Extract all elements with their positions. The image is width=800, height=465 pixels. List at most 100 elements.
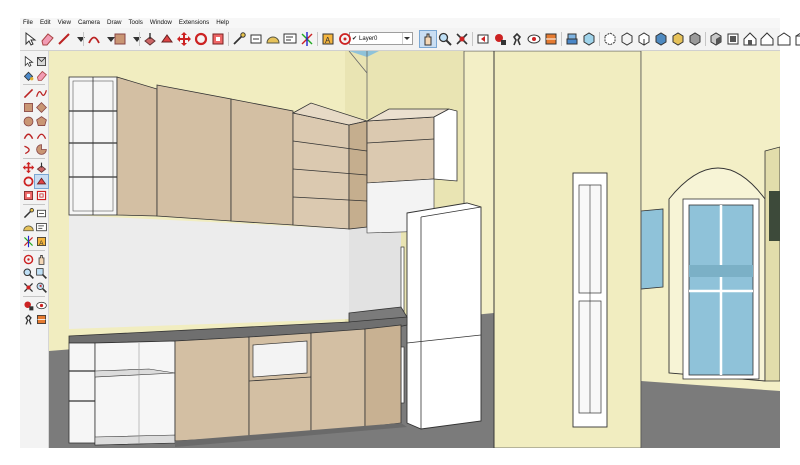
zoom-window-icon [36, 268, 47, 279]
arc-icon [88, 36, 100, 44]
shaded-button[interactable] [653, 31, 669, 47]
arc-tool[interactable] [22, 129, 35, 142]
menu-tools[interactable]: Tools [125, 18, 146, 28]
text-tool[interactable] [35, 221, 48, 234]
rotated-rectangle-tool[interactable] [35, 101, 48, 114]
rectangle-tool[interactable] [22, 101, 35, 114]
freehand-tool[interactable] [35, 87, 48, 100]
previous-view-button[interactable] [475, 31, 491, 47]
hidden-line-button[interactable] [636, 31, 652, 47]
dimension-tool[interactable] [35, 207, 48, 220]
select-button[interactable] [22, 31, 38, 47]
svg-text:A: A [39, 240, 44, 247]
section-plane-button[interactable] [543, 31, 559, 47]
look-around-button[interactable] [526, 31, 542, 47]
rotate-button[interactable] [193, 31, 209, 47]
monochrome-icon [689, 32, 701, 46]
look-around-tool[interactable] [35, 299, 48, 312]
orbit-button[interactable] [337, 31, 353, 47]
zoom-window-tool[interactable] [35, 267, 48, 280]
xray-icon [583, 32, 595, 46]
menu-file[interactable]: File [20, 18, 37, 28]
pie-tool[interactable] [35, 143, 48, 156]
dimension-button[interactable] [248, 31, 264, 47]
menu-extensions[interactable]: Extensions [176, 18, 213, 28]
toolbar-separator [83, 32, 84, 46]
lower-cabinet-door [174, 336, 250, 442]
left-view-button[interactable] [793, 31, 800, 47]
menu-draw[interactable]: Draw [104, 18, 125, 28]
walk-button[interactable] [509, 31, 525, 47]
move-tool[interactable] [22, 161, 35, 174]
section-plane-tool[interactable] [35, 313, 48, 326]
axes-tool[interactable] [22, 235, 35, 248]
position-camera-button[interactable] [492, 31, 508, 47]
fridge-handle [400, 346, 405, 404]
pan-button[interactable] [419, 30, 437, 48]
tape-measure-button[interactable] [231, 31, 247, 47]
dimension-icon [250, 34, 262, 44]
zoom-extents-tool[interactable] [22, 281, 35, 294]
menu-camera[interactable]: Camera [75, 18, 104, 28]
position-camera-tool[interactable] [22, 299, 35, 312]
zoom-extents-button[interactable] [454, 31, 470, 47]
polygon-tool[interactable] [35, 115, 48, 128]
paint-bucket-tool[interactable] [22, 69, 35, 82]
rotate-tool[interactable] [22, 175, 35, 188]
menu-window[interactable]: Window [147, 18, 176, 28]
previous-tool[interactable] [35, 281, 48, 294]
shaded-textures-button[interactable] [670, 31, 686, 47]
layer-dropdown[interactable]: ✔ Layer0 [349, 32, 413, 45]
zoom-tool[interactable] [22, 267, 35, 280]
zoom-button[interactable] [437, 31, 453, 47]
pan-tool[interactable] [35, 253, 48, 266]
scale-tool[interactable] [22, 189, 35, 202]
wireframe-button[interactable] [619, 31, 635, 47]
line-tool[interactable] [22, 87, 35, 100]
protractor-tool[interactable] [22, 221, 35, 234]
protractor-button[interactable] [265, 31, 281, 47]
axes-button[interactable] [299, 31, 315, 47]
front-view-button[interactable] [742, 31, 758, 47]
monochrome-button[interactable] [687, 31, 703, 47]
eraser-tool[interactable] [35, 69, 48, 82]
push-pull-tool[interactable] [35, 161, 48, 174]
follow-me-tool[interactable] [34, 174, 49, 189]
menu-view[interactable]: View [55, 18, 75, 28]
back-view-button[interactable] [776, 31, 792, 47]
xray-button[interactable] [581, 31, 597, 47]
3d-text-button[interactable]: A [320, 31, 336, 47]
3d-viewport[interactable] [49, 51, 780, 448]
select-tool[interactable] [22, 55, 35, 68]
iso-view-button[interactable] [708, 31, 724, 47]
toolbar-separator [599, 32, 600, 46]
eraser-button[interactable] [39, 31, 55, 47]
two-point-arc-tool[interactable] [35, 129, 48, 142]
circle-tool[interactable] [22, 115, 35, 128]
3d-text-tool[interactable]: A [35, 235, 48, 248]
menu-help[interactable]: Help [213, 18, 233, 28]
arc-button[interactable] [86, 31, 102, 47]
back-edges-button[interactable] [602, 31, 618, 47]
follow-me-button[interactable] [159, 31, 175, 47]
line-button[interactable] [56, 31, 72, 47]
text-button[interactable] [282, 31, 298, 47]
3d-text-icon: A [37, 237, 46, 247]
top-view-button[interactable] [725, 31, 741, 47]
right-view-button[interactable] [759, 31, 775, 47]
push-pull-button[interactable] [142, 31, 158, 47]
make-component-tool[interactable] [35, 55, 48, 68]
orbit-tool[interactable] [22, 253, 35, 266]
three-point-arc-tool[interactable] [22, 143, 35, 156]
upper-cabinet-door [116, 76, 158, 217]
offset-tool[interactable] [35, 189, 48, 202]
zoom-extents-icon [23, 282, 34, 293]
tape-measure-tool[interactable] [22, 207, 35, 220]
scale-button[interactable] [210, 31, 226, 47]
move-button[interactable] [176, 31, 192, 47]
walk-tool[interactable] [22, 313, 35, 326]
layer-manager-button[interactable] [564, 31, 580, 47]
push-pull-icon [36, 162, 47, 173]
menu-edit[interactable]: Edit [37, 18, 55, 28]
shape-button[interactable] [112, 31, 128, 47]
